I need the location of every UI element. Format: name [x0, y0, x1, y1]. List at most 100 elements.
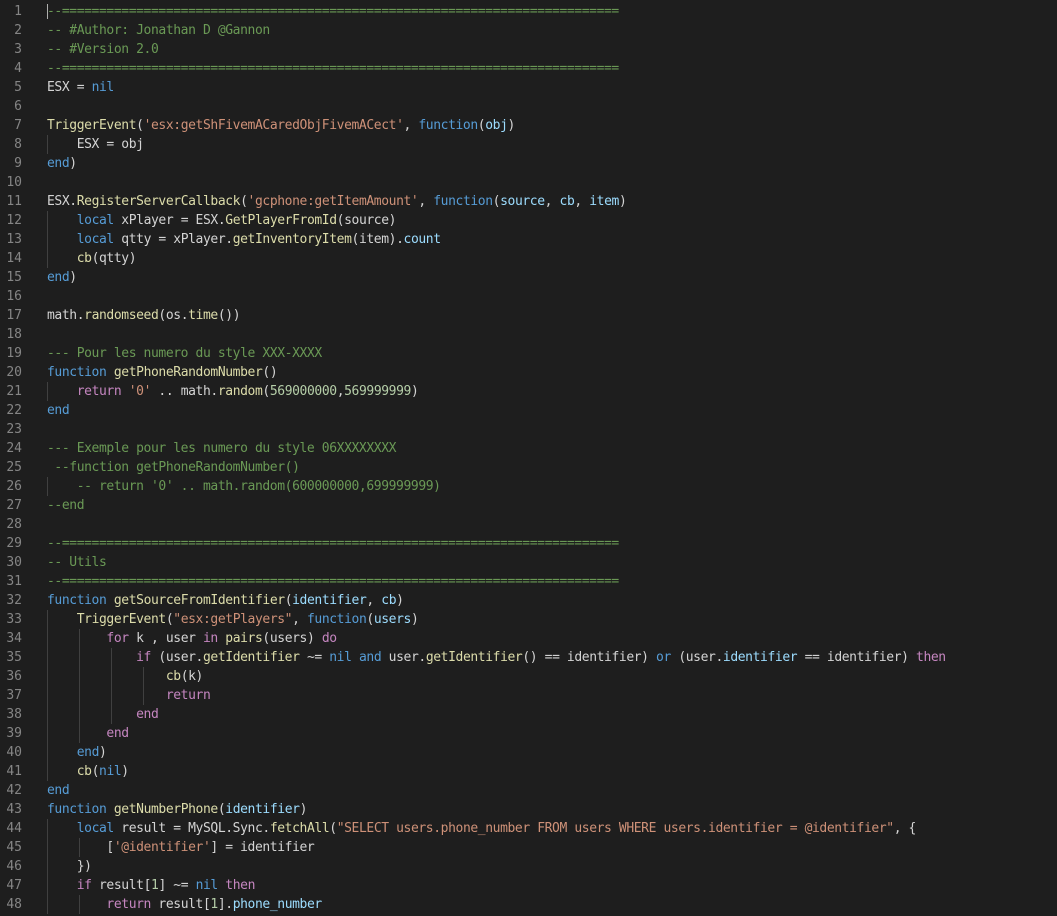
variable-token: count — [403, 232, 442, 247]
code-line[interactable]: 3 -- #Version 2.0 — [0, 40, 1057, 59]
keyword-token: local — [76, 232, 115, 247]
code-line[interactable]: 18 — [0, 325, 1057, 344]
code-line[interactable]: 31 --====================================… — [0, 572, 1057, 591]
code-text: qtty = xPlayer. — [113, 232, 233, 247]
code-line[interactable]: 30 -- Utils — [0, 553, 1057, 572]
control-keyword-token: return — [76, 384, 122, 399]
code-text: --- Exemple pour les numero du style 06X… — [47, 439, 396, 458]
line-number: 24 — [6, 441, 22, 456]
control-keyword-token: in — [202, 631, 218, 646]
string-token: "SELECT users.phone_number FROM users WH… — [336, 821, 894, 836]
code-line[interactable]: 2 -- #Author: Jonathan D @Gannon — [0, 21, 1057, 40]
code-line[interactable]: 14 cb(qtty) — [0, 249, 1057, 268]
code-line[interactable]: 48 return result[1].phone_number — [0, 895, 1057, 914]
code-text: end) — [47, 743, 107, 762]
code-line[interactable]: 23 — [0, 420, 1057, 439]
code-line[interactable]: 6 — [0, 97, 1057, 116]
keyword-token: end — [47, 156, 70, 171]
code-line[interactable]: 38 end — [0, 705, 1057, 724]
code-text: (k) — [180, 669, 204, 684]
code-text: (qtty) — [91, 251, 137, 266]
code-line[interactable]: 26 -- return '0' .. math.random(60000000… — [0, 477, 1057, 496]
code-text: function getNumberPhone(identifier) — [47, 800, 307, 819]
code-line[interactable]: 20 function getPhoneRandomNumber() — [0, 363, 1057, 382]
control-keyword-token: return — [165, 688, 211, 703]
code-line[interactable]: 32 function getSourceFromIdentifier(ident… — [0, 591, 1057, 610]
line-number: 37 — [6, 688, 22, 703]
control-keyword-token: then — [916, 650, 946, 665]
line-number: 20 — [6, 365, 22, 380]
code-editor[interactable]: 1 --=====================================… — [0, 0, 1057, 916]
code-text: ) — [507, 118, 516, 133]
code-line[interactable]: 42 end — [0, 781, 1057, 800]
code-line[interactable]: 17 math.randomseed(os.time()) — [0, 306, 1057, 325]
comment-token: -- #Author: Jonathan D @Gannon — [47, 23, 270, 38]
code-line[interactable]: 21 return '0' .. math.random(569000000,5… — [0, 382, 1057, 401]
line-number: 45 — [6, 840, 22, 855]
line-number: 23 — [6, 422, 22, 437]
code-line[interactable]: 24 --- Exemple pour les numero du style 0… — [0, 439, 1057, 458]
code-line[interactable]: 34 for k , user in pairs(users) do — [0, 629, 1057, 648]
code-line[interactable]: 11 ESX.RegisterServerCallback('gcphone:ge… — [0, 192, 1057, 211]
code-text: (os. — [158, 308, 189, 323]
code-line[interactable]: 15 end) — [0, 268, 1057, 287]
code-text: ) — [618, 194, 627, 209]
keyword-token: local — [76, 213, 115, 228]
code-text: return — [47, 686, 211, 705]
code-line[interactable]: 44 local result = MySQL.Sync.fetchAll("S… — [0, 819, 1057, 838]
keyword-token: nil — [91, 80, 115, 95]
line-number: 4 — [14, 61, 22, 76]
code-text: (users) — [262, 631, 322, 646]
control-keyword-token: then — [225, 878, 256, 893]
keyword-token: or — [656, 650, 671, 665]
code-text: result[ — [91, 878, 151, 893]
code-line[interactable]: 7 TriggerEvent('esx:getShFivemACaredObjFi… — [0, 116, 1057, 135]
code-line[interactable]: 37 return — [0, 686, 1057, 705]
code-line[interactable]: 28 — [0, 515, 1057, 534]
code-line[interactable]: 41 cb(nil) — [0, 762, 1057, 781]
code-line[interactable]: 16 — [0, 287, 1057, 306]
code-text: ] = identifier — [210, 840, 315, 855]
code-line[interactable]: 4 --=====================================… — [0, 59, 1057, 78]
code-line[interactable]: 36 cb(k) — [0, 667, 1057, 686]
code-line[interactable]: 43 function getNumberPhone(identifier) — [0, 800, 1057, 819]
code-line[interactable]: 9 end) — [0, 154, 1057, 173]
code-text: return '0' .. math.random(569000000,5699… — [47, 382, 419, 401]
function-name-token: cb — [76, 251, 92, 266]
code-line[interactable]: 25 --function getPhoneRandomNumber() — [0, 458, 1057, 477]
code-line[interactable]: 46 }) — [0, 857, 1057, 876]
code-line[interactable]: 12 local xPlayer = ESX.GetPlayerFromId(s… — [0, 211, 1057, 230]
line-number: 13 — [6, 232, 22, 247]
line-number: 35 — [6, 650, 22, 665]
keyword-token: function — [418, 118, 478, 133]
code-line[interactable]: 39 end — [0, 724, 1057, 743]
code-line[interactable]: 13 local qtty = xPlayer.getInventoryItem… — [0, 230, 1057, 249]
code-text: ) — [69, 270, 77, 285]
comment-token: --======================================… — [47, 574, 619, 589]
keyword-token: function — [306, 612, 367, 627]
code-line[interactable]: 10 — [0, 173, 1057, 192]
code-line[interactable]: 22 end — [0, 401, 1057, 420]
code-line[interactable]: 45 ['@identifier'] = identifier — [0, 838, 1057, 857]
line-number: 11 — [6, 194, 22, 209]
code-line[interactable]: 47 if result[1] ~= nil then — [0, 876, 1057, 895]
code-text: result = MySQL.Sync. — [113, 821, 270, 836]
code-line[interactable]: 27 --end — [0, 496, 1057, 515]
code-line[interactable]: 33 TriggerEvent ("esx:getPlayers", functi… — [0, 610, 1057, 629]
code-line[interactable]: 29 --====================================… — [0, 534, 1057, 553]
code-line[interactable]: 1 --=====================================… — [0, 2, 1057, 21]
code-line[interactable]: 19 --- Pour les numero du style XXX-XXXX — [0, 344, 1057, 363]
comment-token: --end — [47, 498, 85, 513]
code-line[interactable]: 8 ESX = obj — [0, 135, 1057, 154]
line-number: 9 — [14, 156, 22, 171]
code-line[interactable]: 5 ESX = nil — [0, 78, 1057, 97]
code-line[interactable]: 40 end) — [0, 743, 1057, 762]
code-text: end — [47, 705, 159, 724]
control-keyword-token: end — [106, 726, 129, 741]
keyword-token: nil — [329, 650, 352, 665]
code-text: ( — [284, 593, 293, 608]
code-line[interactable]: 35 if (user.getIdentifier ~= nil and use… — [0, 648, 1057, 667]
comment-token: -- return '0' .. math.random(600000000,6… — [47, 479, 441, 494]
